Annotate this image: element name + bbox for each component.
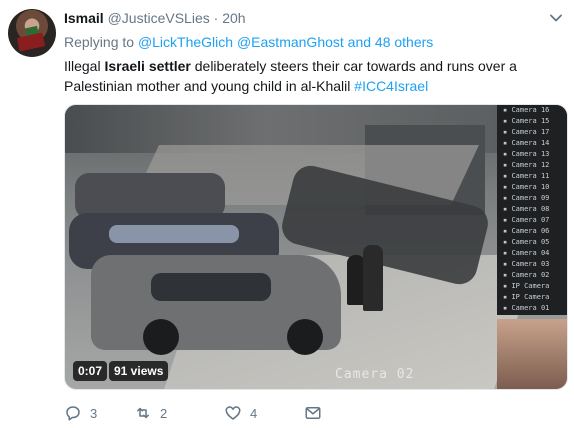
timestamp[interactable]: 20h <box>222 10 245 26</box>
camera-list-item: Camera 07 <box>497 215 567 226</box>
replying-to: Replying to @LickTheGlich @EastmanGhost … <box>64 34 433 50</box>
camera-list-overlay: Camera 16 Camera 15 Camera 17 Camera 14 … <box>497 105 567 315</box>
video-scene-person <box>363 245 383 311</box>
camera-thumbnail <box>497 319 567 389</box>
heart-icon <box>225 406 241 420</box>
reply-mention-eastmanghost[interactable]: @EastmanGhost <box>237 34 344 50</box>
camera-list-item: Camera 14 <box>497 138 567 149</box>
user-handle[interactable]: @JusticeVSLies <box>108 10 210 26</box>
avatar[interactable] <box>8 9 56 57</box>
reply-button[interactable]: 3 <box>64 402 97 424</box>
chevron-down-icon[interactable] <box>550 12 562 24</box>
hashtag-link[interactable]: #ICC4Israel <box>354 78 428 94</box>
camera-list-item: Camera 12 <box>497 160 567 171</box>
direct-message-button[interactable] <box>304 402 322 424</box>
camera-list-item: Camera 08 <box>497 204 567 215</box>
reply-prefix: Replying to <box>64 34 135 50</box>
reply-icon <box>66 406 80 421</box>
retweet-icon <box>137 407 149 419</box>
camera-list-item: Camera 04 <box>497 248 567 259</box>
envelope-icon <box>305 407 321 419</box>
camera-list-item: Camera 13 <box>497 149 567 160</box>
like-button[interactable]: 4 <box>224 402 257 424</box>
camera-overlay-label: Camera 02 <box>335 367 415 382</box>
video-views-badge: 91 views <box>109 361 169 381</box>
tweet-card: Ismail @JusticeVSLies · 20h Replying to … <box>0 0 574 428</box>
reply-mention-licktheglich[interactable]: @LickTheGlich <box>138 34 233 50</box>
camera-list-item: Camera 02 <box>497 270 567 281</box>
camera-list-item: Camera 06 <box>497 226 567 237</box>
camera-list-item: Camera 01 <box>497 303 567 314</box>
retweet-count: 2 <box>160 405 168 421</box>
camera-list-item: Camera 10 <box>497 182 567 193</box>
reply-count: 3 <box>90 405 98 421</box>
video-scene-silver-car <box>91 255 341 355</box>
video-duration-badge: 0:07 <box>73 361 108 381</box>
like-count: 4 <box>250 405 258 421</box>
camera-list-item: Camera 17 <box>497 127 567 138</box>
camera-list-item: Camera 05 <box>497 237 567 248</box>
tweet-text: Illegal Israeli settler deliberately ste… <box>64 56 564 96</box>
text-part-1: Illegal <box>64 58 105 74</box>
camera-list-item: IP Camera <box>497 292 567 303</box>
tweet-header: Ismail @JusticeVSLies · 20h <box>64 10 246 26</box>
display-name[interactable]: Ismail <box>64 10 104 26</box>
camera-list-item: Camera 09 <box>497 193 567 204</box>
camera-list-item: Camera 16 <box>497 105 567 116</box>
retweet-button[interactable]: 2 <box>134 402 167 424</box>
video-player[interactable]: Camera 16 Camera 15 Camera 17 Camera 14 … <box>64 104 568 390</box>
tweet-actions: 3 2 4 <box>64 402 364 424</box>
text-bold-part: Israeli settler <box>104 58 191 74</box>
camera-list-item: Camera 15 <box>497 116 567 127</box>
reply-others-link[interactable]: and 48 others <box>348 34 434 50</box>
separator-dot: · <box>213 10 219 26</box>
camera-list-item: IP Camera <box>497 281 567 292</box>
camera-list-item: Camera 11 <box>497 171 567 182</box>
camera-list-item: Camera 03 <box>497 259 567 270</box>
